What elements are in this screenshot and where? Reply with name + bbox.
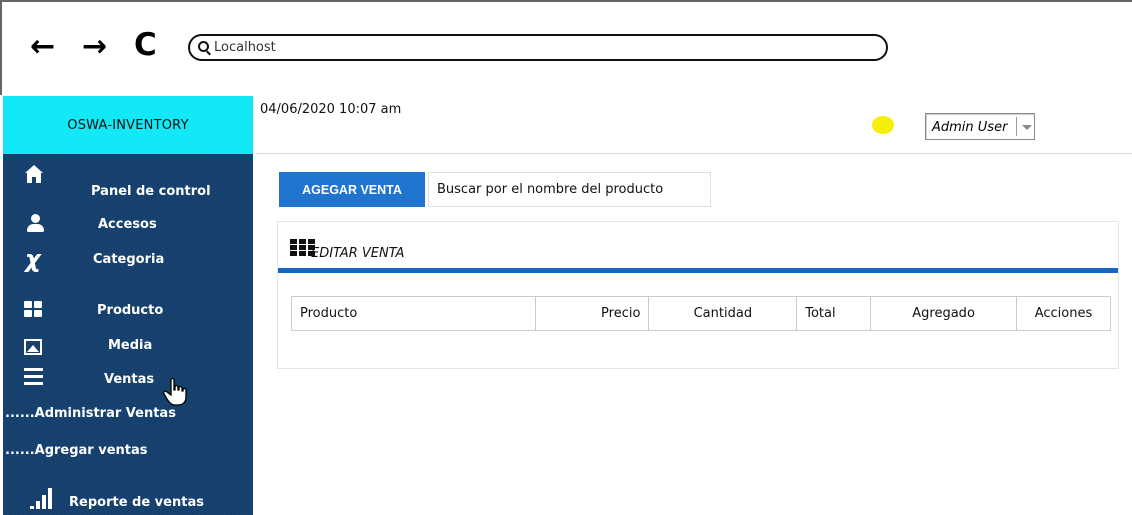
sidebar-item-accesos[interactable]: Accesos bbox=[98, 217, 157, 232]
browser-toolbar: ← → C Localhost bbox=[0, 0, 1132, 95]
column-header-agregado[interactable]: Agregado bbox=[870, 296, 1017, 331]
sidebar-item-panel-de-control[interactable]: Panel de control bbox=[91, 184, 211, 199]
brand-name: OSWA-INVENTORY bbox=[67, 117, 189, 133]
sidebar-subitem-administrar-ventas[interactable]: ......Administrar Ventas bbox=[5, 406, 176, 421]
table-header-row: Producto Precio Cantidad Total Agregado … bbox=[291, 296, 1111, 331]
sidebar: Panel de control Accesos χ Categoria Pro… bbox=[3, 154, 253, 515]
column-header-producto[interactable]: Producto bbox=[291, 296, 536, 331]
xing-icon: χ bbox=[25, 245, 41, 273]
sidebar-item-reporte-de-ventas[interactable]: Reporte de ventas bbox=[69, 495, 204, 510]
sales-table: Producto Precio Cantidad Total Agregado … bbox=[291, 296, 1111, 331]
address-bar[interactable]: Localhost bbox=[188, 34, 888, 61]
user-dropdown[interactable]: Admin User bbox=[925, 113, 1035, 140]
sidebar-subitem-agregar-ventas[interactable]: ......Agregar ventas bbox=[5, 443, 148, 458]
list-icon bbox=[24, 368, 43, 385]
column-header-total[interactable]: Total bbox=[796, 296, 872, 331]
panel-title: EDITAR VENTA bbox=[311, 246, 405, 261]
reload-icon[interactable]: C bbox=[134, 30, 157, 61]
address-text: Localhost bbox=[214, 40, 276, 55]
hand-pointer-icon bbox=[163, 378, 187, 406]
sidebar-item-categoria[interactable]: Categoria bbox=[93, 252, 164, 267]
image-icon bbox=[24, 339, 42, 355]
product-search-input[interactable]: Buscar por el nombre del producto bbox=[428, 172, 711, 207]
status-indicator bbox=[872, 116, 894, 134]
chevron-down-icon[interactable] bbox=[1022, 125, 1032, 130]
column-header-cantidad[interactable]: Cantidad bbox=[648, 296, 798, 331]
panel-header: EDITAR VENTA bbox=[278, 222, 1118, 266]
panel-rule bbox=[278, 268, 1118, 273]
forward-arrow-icon[interactable]: → bbox=[82, 32, 107, 62]
back-arrow-icon[interactable]: ← bbox=[30, 32, 55, 62]
sidebar-item-ventas[interactable]: Ventas bbox=[104, 372, 154, 387]
header-divider bbox=[256, 153, 1132, 154]
column-header-precio[interactable]: Precio bbox=[534, 296, 650, 331]
datetime: 04/06/2020 10:07 am bbox=[260, 102, 402, 117]
app-brand: OSWA-INVENTORY bbox=[3, 96, 253, 154]
column-header-acciones[interactable]: Acciones bbox=[1016, 296, 1111, 331]
user-name: Admin User bbox=[932, 120, 1008, 135]
sidebar-item-producto[interactable]: Producto bbox=[97, 303, 163, 318]
add-sale-button[interactable]: AGEGAR VENTA bbox=[279, 172, 425, 207]
signal-bars-icon bbox=[30, 487, 60, 509]
grid-icon bbox=[24, 301, 43, 317]
search-icon bbox=[198, 41, 209, 52]
home-icon bbox=[25, 165, 43, 183]
dropdown-divider bbox=[1016, 117, 1017, 136]
edit-sale-panel: EDITAR VENTA Producto Precio Cantidad To… bbox=[277, 221, 1119, 369]
sidebar-item-media[interactable]: Media bbox=[108, 338, 152, 353]
